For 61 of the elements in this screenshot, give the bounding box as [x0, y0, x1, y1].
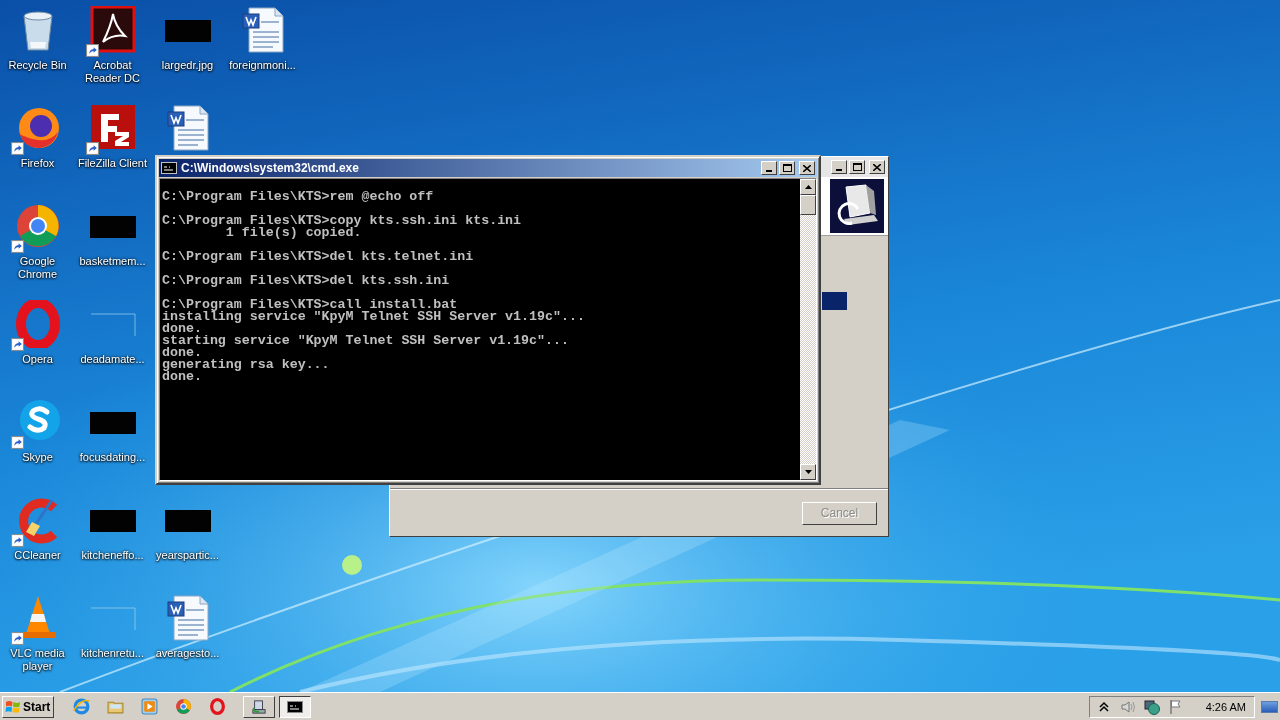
console-line: C:\Program Files\KTS>del kts.telnet.ini	[162, 251, 475, 263]
desktop-icon-label[interactable]: Firefox	[20, 157, 55, 170]
desktop-icon-label[interactable]: largedr.jpg	[161, 59, 214, 72]
desktop-icon-label[interactable]: basketmem...	[79, 255, 146, 268]
close-button[interactable]	[799, 161, 815, 175]
maximize-button[interactable]	[779, 161, 795, 175]
caret-up-icon	[804, 185, 812, 189]
pdf-reader-icon[interactable]	[88, 6, 137, 54]
network-icon[interactable]	[1143, 698, 1160, 715]
media-player-icon[interactable]	[141, 698, 158, 715]
console-line: done.	[162, 371, 202, 383]
close-button[interactable]	[869, 160, 885, 174]
desktop-icon-label[interactable]: focusdating...	[79, 451, 146, 464]
desktop-icon-label[interactable]: kitchenretu...	[81, 647, 144, 660]
desktop-icon-label[interactable]: deadamate...	[80, 353, 145, 366]
computer-icon	[251, 699, 267, 714]
console-line: starting service "KpyM Telnet SSH Server v1.19c"...	[162, 335, 570, 347]
console-line: done.	[162, 323, 202, 335]
desktop-icon-label[interactable]: VLC media player	[0, 647, 75, 673]
desktop-icon-label[interactable]: foreignmoni...	[229, 59, 296, 72]
close-icon	[873, 163, 881, 171]
windows-logo-icon	[5, 698, 21, 715]
console-line: C:\Program Files\KTS>call install.bat	[162, 299, 458, 311]
console-line: C:\Program Files\KTS>del kts.ssh.ini	[162, 275, 451, 287]
maximize-button[interactable]	[849, 160, 865, 174]
installer-task-button[interactable]	[243, 695, 275, 718]
minimize-button[interactable]	[761, 161, 777, 175]
close-icon	[803, 164, 811, 172]
progress-bar-fill	[822, 292, 847, 310]
console-line: 1 file(s) copied.	[225, 227, 363, 239]
console-line: C:\Program Files\KTS>copy kts.ssh.ini kts.ini	[162, 215, 523, 227]
console-line: C:\Program Files\KTS>rem @echo off	[162, 191, 435, 203]
flag-icon[interactable]	[1167, 698, 1184, 715]
console-task-button[interactable]	[279, 695, 311, 718]
scroll-down-button[interactable]	[800, 464, 816, 480]
desktop-icon-label[interactable]: Acrobat Reader DC	[75, 59, 150, 85]
desktop-icon-label[interactable]: yearspartic...	[156, 549, 219, 562]
console-line: generating rsa key...	[162, 359, 331, 371]
desktop-icon-label[interactable]: CCleaner	[14, 549, 61, 562]
desktop-icon-label[interactable]: Skype	[22, 451, 53, 464]
ftp-client-icon[interactable]	[88, 104, 137, 152]
console-line: done.	[162, 347, 202, 359]
browser-icon[interactable]	[13, 300, 62, 348]
desktop-icon-label[interactable]: averagesto...	[155, 647, 220, 660]
desktop-icon-label[interactable]: FileZilla Client	[77, 157, 148, 170]
scrollbar[interactable]	[800, 179, 816, 480]
console-icon	[161, 162, 177, 174]
minimize-button[interactable]	[831, 160, 847, 174]
caret-down-icon	[804, 470, 812, 474]
show-desktop-button[interactable]	[1261, 700, 1278, 713]
desktop-icon-label[interactable]: Opera	[22, 353, 53, 366]
scrollbar-thumb[interactable]	[800, 195, 816, 215]
console-icon	[287, 699, 303, 714]
desktop-icon-label[interactable]: Recycle Bin	[8, 59, 67, 72]
desktop-icon-label[interactable]: Google Chrome	[0, 255, 75, 281]
desktop-icon-label[interactable]: kitcheneffo...	[81, 549, 144, 562]
console-line: installing service "KpyM Telnet SSH Server v1.19c"...	[162, 311, 586, 323]
start-button[interactable]: Start	[2, 695, 54, 718]
window-title: C:\Windows\system32\cmd.exe	[181, 161, 359, 175]
scroll-up-button[interactable]	[800, 179, 816, 195]
clock[interactable]: 4:26 AM	[1205, 700, 1246, 713]
